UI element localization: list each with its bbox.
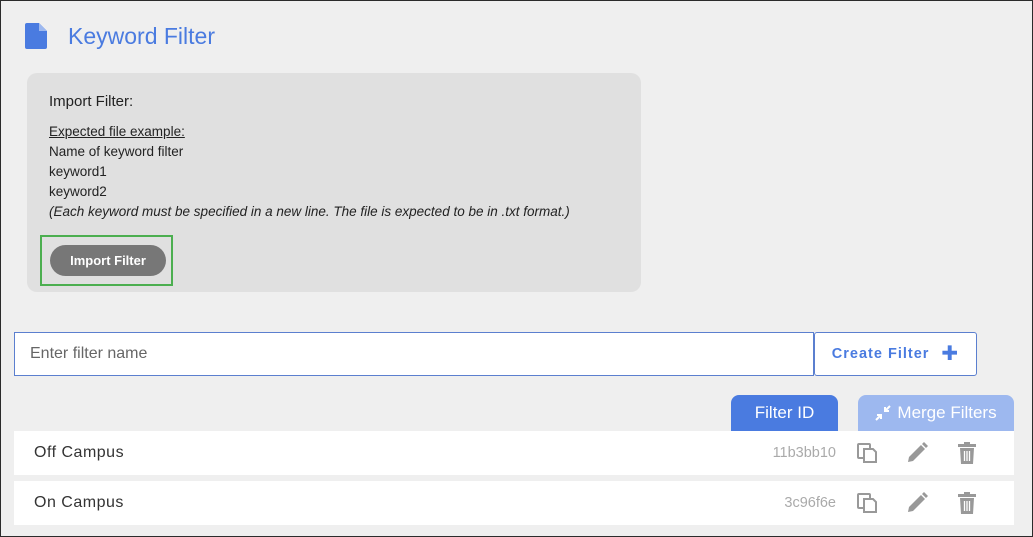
example-line: Name of keyword filter: [49, 144, 184, 159]
tab-merge-filters[interactable]: Merge Filters: [858, 395, 1014, 431]
edit-pencil-icon[interactable]: [905, 441, 929, 465]
tab-filter-id[interactable]: Filter ID: [731, 395, 838, 431]
filter-row[interactable]: Off Campus 11b3bb10: [14, 431, 1014, 475]
filter-name: On Campus: [34, 494, 124, 511]
plus-icon: ✚: [941, 343, 960, 365]
filter-name: Off Campus: [34, 444, 125, 461]
create-filter-label: Create Filter: [831, 346, 930, 362]
filter-row[interactable]: On Campus 3c96f6e: [14, 481, 1014, 525]
compress-arrows-icon: [875, 405, 892, 421]
edit-pencil-icon[interactable]: [905, 491, 929, 515]
import-filter-heading: Import Filter:: [49, 93, 134, 110]
tab-filter-id-label: Filter ID: [754, 403, 815, 422]
trash-icon[interactable]: [955, 441, 979, 465]
import-button-focus-outline: Import Filter: [40, 235, 173, 286]
tab-merge-filters-label: Merge Filters: [897, 403, 997, 422]
filter-name-input[interactable]: [14, 332, 814, 376]
copy-icon[interactable]: [855, 441, 879, 465]
import-filter-button[interactable]: Import Filter: [50, 245, 166, 276]
header: [25, 21, 47, 51]
format-note: (Each keyword must be specified in a new…: [49, 204, 570, 219]
trash-icon[interactable]: [955, 491, 979, 515]
example-heading: Expected file example:: [49, 124, 185, 139]
filter-id: 11b3bb10: [772, 445, 836, 461]
copy-icon[interactable]: [855, 491, 879, 515]
import-filter-panel: Import Filter: Expected file example: Na…: [27, 73, 641, 292]
example-line: keyword2: [49, 184, 107, 199]
example-line: keyword1: [49, 164, 107, 179]
page-title: Keyword Filter: [68, 23, 215, 49]
create-filter-button[interactable]: Create Filter ✚: [814, 332, 977, 376]
app-window: Keyword Filter Import Filter: Expected f…: [0, 0, 1033, 537]
filter-id: 3c96f6e: [784, 495, 836, 511]
document-icon: [25, 23, 47, 49]
